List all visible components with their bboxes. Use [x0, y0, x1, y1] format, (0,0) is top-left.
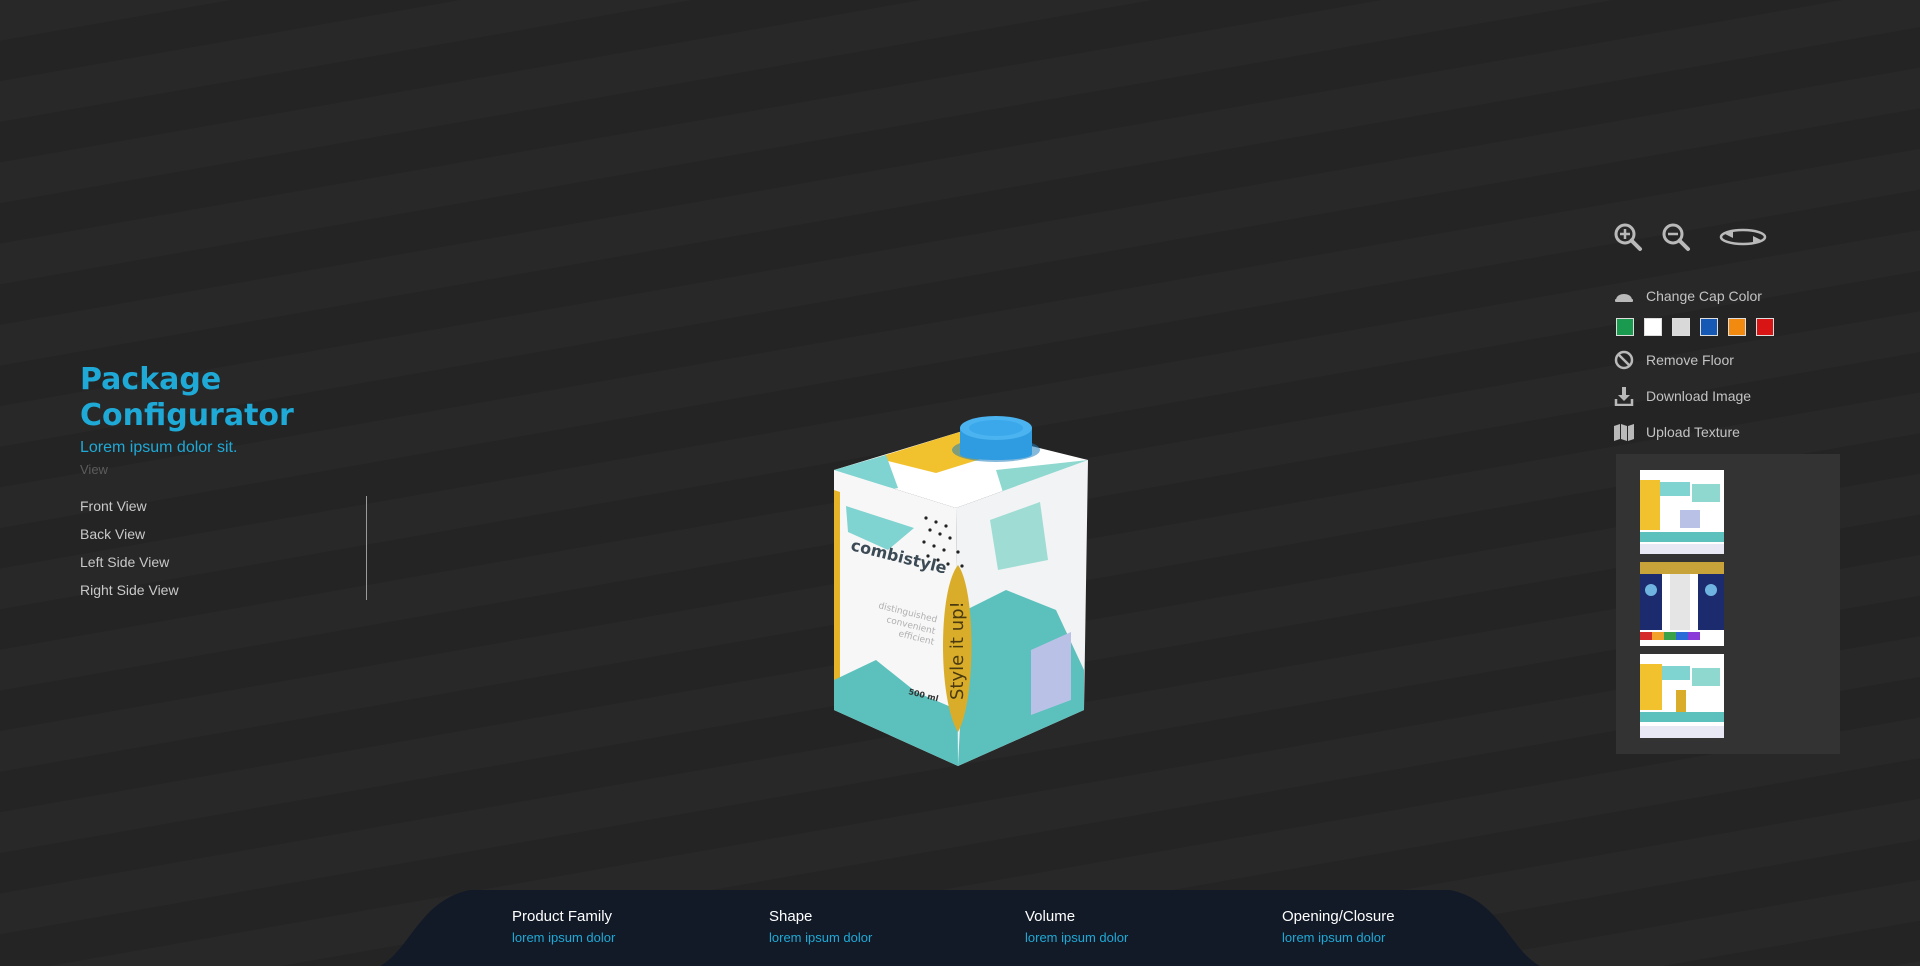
spec-label: Volume [1025, 908, 1076, 925]
zoom-controls [1613, 222, 1769, 252]
rotate-icon[interactable] [1717, 222, 1769, 252]
page-subtitle: Lorem ipsum dolor sit. [80, 439, 238, 456]
swatch-orange[interactable] [1728, 318, 1746, 336]
swatch-green[interactable] [1616, 318, 1634, 336]
swatch-light-gray[interactable] [1672, 318, 1690, 336]
spec-value[interactable]: lorem ipsum dolor [769, 930, 872, 945]
spec-shape: Shape lorem ipsum dolor [769, 908, 872, 945]
swatch-red[interactable] [1756, 318, 1774, 336]
map-icon [1613, 421, 1635, 443]
spec-volume: Volume lorem ipsum dolor [1025, 908, 1128, 945]
spec-value[interactable]: lorem ipsum dolor [1025, 930, 1128, 945]
spec-opening-closure: Opening/Closure lorem ipsum dolor [1282, 908, 1395, 945]
texture-gallery [1616, 454, 1840, 754]
remove-floor-button[interactable]: Remove Floor [1613, 348, 1734, 372]
upload-texture-button[interactable]: Upload Texture [1613, 420, 1740, 444]
spec-label: Opening/Closure [1282, 908, 1395, 925]
cap-icon [1613, 285, 1635, 307]
spec-value[interactable]: lorem ipsum dolor [1282, 930, 1395, 945]
right-side-view-button[interactable]: Right Side View [80, 580, 366, 608]
package-3d-view[interactable]: combistyle Style it up! distinguished co… [826, 410, 1096, 780]
ban-icon [1613, 349, 1635, 371]
texture-thumbnail-3[interactable] [1640, 654, 1724, 738]
texture-thumbnail-2[interactable] [1640, 562, 1724, 646]
left-side-view-button[interactable]: Left Side View [80, 552, 366, 580]
change-cap-color-label: Change Cap Color [1646, 288, 1762, 304]
download-image-label: Download Image [1646, 388, 1752, 404]
download-image-button[interactable]: Download Image [1613, 384, 1751, 408]
zoom-in-icon[interactable] [1613, 222, 1643, 252]
zoom-out-icon[interactable] [1661, 222, 1691, 252]
page-title: Package Configurator [80, 362, 294, 433]
swatch-white[interactable] [1644, 318, 1662, 336]
spec-label: Shape [769, 908, 813, 925]
spec-label: Product Family [512, 908, 613, 925]
spec-product-family: Product Family lorem ipsum dolor [512, 908, 615, 945]
upload-texture-label: Upload Texture [1646, 424, 1740, 440]
back-view-button[interactable]: Back View [80, 524, 366, 552]
package-tagline: Style it up! [947, 601, 968, 700]
swatch-blue[interactable] [1700, 318, 1718, 336]
cap-color-swatches [1616, 318, 1784, 336]
download-icon [1613, 385, 1635, 407]
front-view-button[interactable]: Front View [80, 496, 366, 524]
view-list: Front View Back View Left Side View Righ… [80, 496, 367, 600]
texture-thumbnail-1[interactable] [1640, 470, 1724, 554]
change-cap-color-button[interactable]: Change Cap Color [1613, 284, 1762, 308]
spec-value[interactable]: lorem ipsum dolor [512, 930, 615, 945]
view-section-label: View [80, 462, 108, 477]
remove-floor-label: Remove Floor [1646, 352, 1734, 368]
